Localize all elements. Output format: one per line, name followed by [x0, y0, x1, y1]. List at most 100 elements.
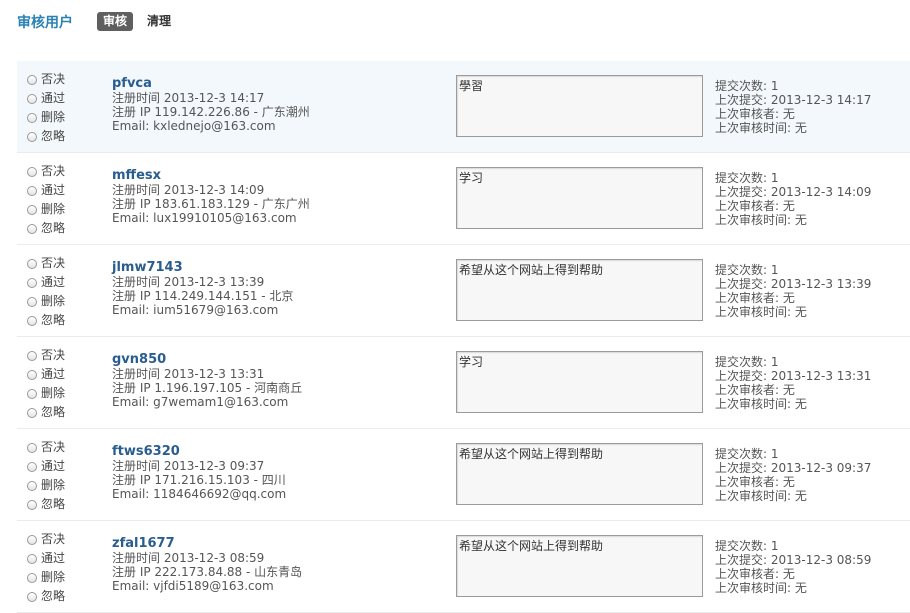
- application-reason-textarea[interactable]: 希望从这个网站上得到帮助: [456, 443, 703, 505]
- radio-button[interactable]: [27, 112, 37, 123]
- application-reason-textarea[interactable]: 学习: [456, 167, 703, 229]
- action-delete-option[interactable]: 删除: [27, 292, 65, 311]
- last-review-time: 上次审核时间: 无: [715, 305, 807, 319]
- action-reject-option[interactable]: 否决: [27, 162, 65, 181]
- email-address: Email: lux19910105@163.com: [112, 211, 297, 225]
- action-delete-option[interactable]: 删除: [27, 108, 65, 127]
- action-ignore-option[interactable]: 忽略: [27, 219, 65, 238]
- last-reviewer: 上次审核者: 无: [715, 475, 795, 489]
- application-reason-textarea[interactable]: 希望从这个网站上得到帮助: [456, 535, 703, 597]
- action-delete-option[interactable]: 删除: [27, 568, 65, 587]
- review-actions: 否决通过 删除 忽略: [27, 70, 65, 146]
- radio-button[interactable]: [27, 388, 37, 399]
- header: 审核用户 审核 清理: [0, 0, 910, 60]
- registration-ip: 注册 IP 1.196.197.105 - 河南商丘: [112, 381, 303, 395]
- registration-time: 注册时间 2013-12-3 09:37: [112, 459, 265, 473]
- radio-button[interactable]: [27, 442, 37, 453]
- action-ignore-option[interactable]: 忽略: [27, 587, 65, 606]
- registration-ip: 注册 IP 183.61.183.129 - 广东广州: [112, 197, 310, 211]
- action-ignore-option[interactable]: 忽略: [27, 127, 65, 146]
- action-label: 否决: [41, 348, 66, 362]
- registration-ip: 注册 IP 171.216.15.103 - 四川: [112, 473, 286, 487]
- registration-time: 注册时间 2013-12-3 14:09: [112, 183, 265, 197]
- username-link[interactable]: pfvca: [112, 77, 310, 91]
- action-reject-option[interactable]: 否决: [27, 254, 65, 273]
- radio-button[interactable]: [27, 315, 37, 326]
- username-link[interactable]: jlmw7143: [112, 261, 293, 275]
- application-reason-textarea[interactable]: 學習: [456, 75, 703, 137]
- action-reject-option[interactable]: 否决: [27, 438, 65, 457]
- action-delete-option[interactable]: 删除: [27, 200, 65, 219]
- username-link[interactable]: zfal1677: [112, 537, 302, 551]
- action-label: 否决: [41, 164, 66, 178]
- radio-button[interactable]: [27, 204, 37, 215]
- action-label: 否决: [41, 532, 66, 546]
- action-ignore-option[interactable]: 忽略: [27, 403, 65, 422]
- action-approve-option[interactable]: 通过: [27, 365, 65, 384]
- radio-button[interactable]: [27, 534, 37, 545]
- radio-button[interactable]: [27, 166, 37, 177]
- radio-button[interactable]: [27, 480, 37, 491]
- tab-cleanup[interactable]: 清理: [141, 12, 177, 31]
- action-approve-option[interactable]: 通过: [27, 549, 65, 568]
- radio-button[interactable]: [27, 461, 37, 472]
- action-label: 否决: [41, 72, 66, 86]
- action-approve-option[interactable]: 通过: [27, 457, 65, 476]
- radio-button[interactable]: [27, 499, 37, 510]
- tab-review[interactable]: 审核: [97, 12, 134, 31]
- registration-time: 注册时间 2013-12-3 08:59: [112, 551, 265, 565]
- last-submit-time: 上次提交: 2013-12-3 13:39: [715, 277, 872, 291]
- action-approve-option[interactable]: 通过: [27, 273, 65, 292]
- username-link[interactable]: gvn850: [112, 353, 302, 367]
- review-stats: 提交次数: 1 上次提交: 2013-12-3 08:59 上次审核者: 无上次审核…: [715, 539, 871, 595]
- action-label: 通过: [41, 551, 66, 565]
- registration-ip: 注册 IP 222.173.84.88 - 山东青岛: [112, 565, 303, 579]
- registration-ip: 注册 IP 114.249.144.151 - 北京: [112, 289, 294, 303]
- last-review-time: 上次审核时间: 无: [715, 121, 807, 135]
- action-delete-option[interactable]: 删除: [27, 476, 65, 495]
- submit-count: 提交次数: 1: [715, 171, 779, 185]
- radio-button[interactable]: [27, 93, 37, 104]
- action-ignore-option[interactable]: 忽略: [27, 495, 65, 514]
- email-address: Email: 1184646692@qq.com: [112, 487, 287, 501]
- action-reject-option[interactable]: 否决: [27, 530, 65, 549]
- action-approve-option[interactable]: 通过: [27, 181, 65, 200]
- radio-button[interactable]: [27, 572, 37, 583]
- username-link[interactable]: ftws6320: [112, 445, 286, 459]
- radio-button[interactable]: [27, 296, 37, 307]
- action-approve-option[interactable]: 通过: [27, 89, 65, 108]
- action-label: 否决: [41, 256, 66, 270]
- radio-button[interactable]: [27, 185, 37, 196]
- radio-button[interactable]: [27, 223, 37, 234]
- radio-button[interactable]: [27, 258, 37, 269]
- user-row: 否决 通过 删除 忽略 pfvca 注册时间 2013-12-3 14:17 注册 IP 1…: [17, 61, 910, 153]
- action-reject-option[interactable]: 否决: [27, 70, 65, 89]
- action-label: 删除: [41, 202, 66, 216]
- review-stats: 提交次数: 1 上次提交: 2013-12-3 14:09 上次审核者: 无上次审核…: [715, 171, 871, 227]
- action-label: 忽略: [41, 221, 66, 235]
- radio-button[interactable]: [27, 407, 37, 418]
- user-row: 否决 通过 删除 忽略 ftws6320 注册时间 2013-12-3 09:37 注册 I…: [17, 429, 910, 521]
- action-ignore-option[interactable]: 忽略: [27, 311, 65, 330]
- user-info: zfal1677 注册时间 2013-12-3 08:59 注册 IP 222.17…: [112, 537, 303, 594]
- user-row: 否决 通过 删除 忽略 gvn850 注册时间 2013-12-3 13:31 注册 IP …: [17, 337, 910, 429]
- action-reject-option[interactable]: 否决: [27, 346, 65, 365]
- last-reviewer: 上次审核者: 无: [715, 107, 795, 121]
- review-stats: 提交次数: 1 上次提交: 2013-12-3 09:37 上次审核者: 无上次审核…: [715, 447, 871, 503]
- last-review-time: 上次审核时间: 无: [715, 213, 807, 227]
- application-reason-textarea[interactable]: 希望从这个网站上得到帮助: [456, 259, 703, 321]
- radio-button[interactable]: [27, 74, 37, 85]
- radio-button[interactable]: [27, 591, 37, 602]
- review-actions: 否决通过 删除 忽略: [27, 254, 65, 330]
- radio-button[interactable]: [27, 369, 37, 380]
- action-delete-option[interactable]: 删除: [27, 384, 65, 403]
- application-reason-textarea[interactable]: 学习: [456, 351, 703, 413]
- email-address: Email: kxlednejo@163.com: [112, 119, 276, 133]
- email-address: Email: g7wemam1@163.com: [112, 395, 289, 409]
- username-link[interactable]: mffesx: [112, 169, 310, 183]
- radio-button[interactable]: [27, 131, 37, 142]
- radio-button[interactable]: [27, 277, 37, 288]
- radio-button[interactable]: [27, 553, 37, 564]
- user-info: mffesx 注册时间 2013-12-3 14:09 注册 IP 183.61.1…: [112, 169, 310, 226]
- radio-button[interactable]: [27, 350, 37, 361]
